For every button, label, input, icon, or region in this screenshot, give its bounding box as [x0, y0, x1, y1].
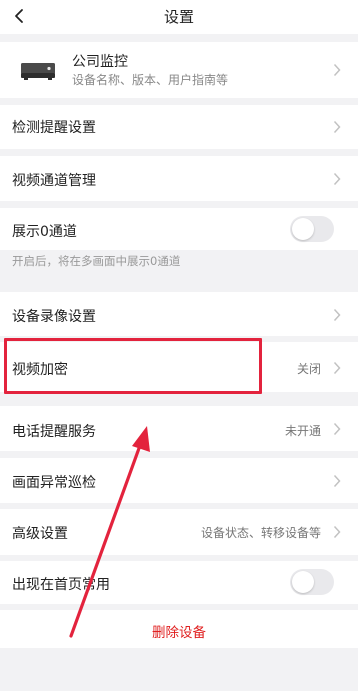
home-common-label: 出现在首页常用	[12, 577, 110, 593]
video-encryption-value: 关闭	[296, 362, 321, 376]
page-title: 设置	[163, 8, 194, 26]
chevron-right-icon	[333, 422, 341, 436]
toggle-knob	[292, 571, 314, 593]
dvr-device-icon	[21, 63, 55, 80]
recording-settings-label: 设备录像设置	[12, 309, 96, 325]
detection-settings-label: 检测提醒设置	[12, 120, 96, 136]
chevron-right-icon	[333, 172, 341, 186]
channel-management-label: 视频通道管理	[12, 173, 96, 189]
chevron-right-icon	[333, 361, 341, 375]
highlight-box	[4, 338, 262, 394]
advanced-settings-label: 高级设置	[12, 526, 68, 542]
show-zero-channel-label: 展示0通道	[12, 224, 77, 240]
device-subtitle: 设备名称、版本、用户指南等	[72, 73, 229, 87]
anomaly-patrol-label: 画面异常巡检	[12, 475, 96, 491]
top-bar: 设置	[0, 0, 358, 34]
chevron-right-icon	[333, 308, 341, 322]
phone-alert-value: 未开通	[284, 424, 321, 438]
show-zero-channel-hint: 开启后，将在多画面中展示0通道	[12, 254, 181, 268]
chevron-right-icon	[333, 63, 341, 77]
delete-device-button[interactable]: 删除设备	[0, 621, 358, 641]
home-common-toggle[interactable]	[290, 569, 334, 595]
device-name: 公司监控	[72, 54, 128, 70]
chevron-right-icon	[333, 120, 341, 134]
phone-alert-label: 电话提醒服务	[12, 424, 96, 440]
show-zero-channel-toggle[interactable]	[290, 216, 334, 242]
chevron-right-icon	[333, 474, 341, 488]
chevron-right-icon	[333, 525, 341, 539]
advanced-settings-value: 设备状态、转移设备等	[200, 526, 321, 540]
toggle-knob	[292, 218, 314, 240]
